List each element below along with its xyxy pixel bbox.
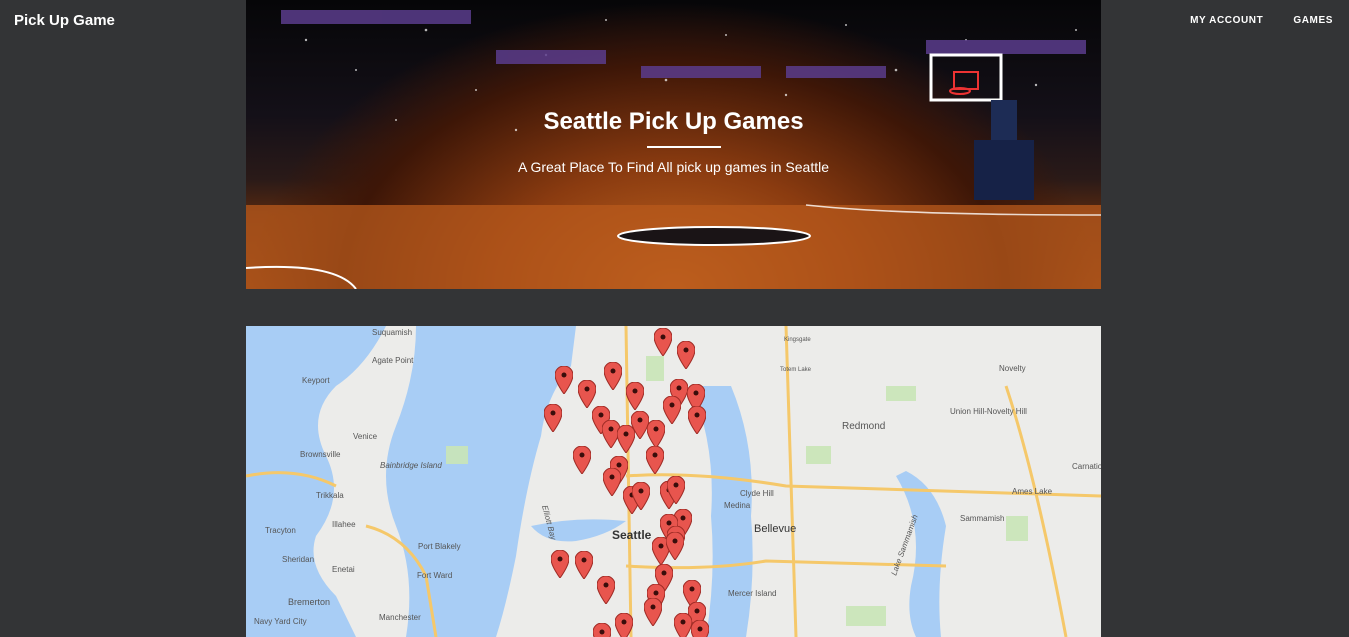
map-label: Tracyton (265, 526, 296, 535)
map-marker-icon[interactable] (544, 404, 562, 432)
top-nav: MY ACCOUNT GAMES (1190, 15, 1333, 26)
map-marker-icon[interactable] (647, 420, 665, 448)
map-label: Kingsgate (784, 337, 811, 343)
map-label: Ames Lake (1012, 487, 1053, 496)
map-marker-icon[interactable] (674, 613, 692, 637)
map-label: Sheridan (282, 555, 314, 564)
map-marker-icon[interactable] (597, 576, 615, 604)
map-marker-icon[interactable] (644, 598, 662, 626)
map-marker-icon[interactable] (573, 446, 591, 474)
map-label: Navy Yard City (254, 617, 307, 626)
map-label: Manchester (379, 613, 421, 622)
map-label: Redmond (842, 421, 885, 432)
map-marker-icon[interactable] (663, 396, 681, 424)
arena-illustration (246, 10, 1101, 289)
map-label: Totem Lake (780, 367, 812, 373)
games-link[interactable]: GAMES (1293, 15, 1333, 26)
map-marker-icon[interactable] (626, 382, 644, 410)
map-marker-icon[interactable] (604, 362, 622, 390)
map-label: Novelty (999, 364, 1026, 373)
map-marker-icon[interactable] (646, 446, 664, 474)
map-marker-icon[interactable] (666, 532, 684, 560)
map-marker-icon[interactable] (555, 366, 573, 394)
my-account-link[interactable]: MY ACCOUNT (1190, 15, 1263, 26)
map-label: Seattle (612, 528, 652, 542)
map-marker-icon[interactable] (654, 328, 672, 356)
map-label: Mercer Island (728, 589, 776, 598)
map-label: Keyport (302, 376, 330, 385)
map-label: Illahee (332, 520, 356, 529)
map-label: Bellevue (754, 523, 796, 535)
map-label: Suquamish (372, 328, 412, 337)
seattle-map[interactable]: Suquamish Agate Point Keyport Venice Bro… (246, 326, 1101, 637)
map-label: Venice (353, 432, 378, 441)
map-label: Enetai (332, 565, 355, 574)
brand-link[interactable]: Pick Up Game (14, 12, 115, 29)
map-label: Port Blakely (418, 542, 461, 551)
map-marker-icon[interactable] (578, 380, 596, 408)
map-label: Bremerton (288, 597, 330, 607)
map-marker-icon[interactable] (688, 406, 706, 434)
map-marker-icon[interactable] (677, 341, 695, 369)
map-label: Medina (724, 501, 751, 510)
map-label: Bainbridge Island (380, 461, 442, 470)
map-label: Clyde Hill (740, 489, 774, 498)
hero-title: Seattle Pick Up Games (543, 108, 804, 135)
map-label: Union Hill-Novelty Hill (950, 407, 1027, 416)
hero-banner: Seattle Pick Up Games A Great Place To F… (246, 0, 1101, 289)
map-marker-icon[interactable] (551, 550, 569, 578)
map-marker-icon[interactable] (615, 613, 633, 637)
map-label: Brownsville (300, 450, 341, 459)
map-marker-icon[interactable] (593, 623, 611, 637)
hero-divider (647, 146, 721, 148)
map-marker-icon[interactable] (603, 468, 621, 496)
map-label: Carnation (1072, 462, 1101, 471)
map-marker-icon[interactable] (667, 476, 685, 504)
map-marker-icon[interactable] (632, 482, 650, 510)
map-label: Trikkala (316, 491, 344, 500)
map-label: Fort Ward (417, 571, 452, 580)
map-marker-icon[interactable] (575, 551, 593, 579)
map-label: Sammamish (960, 514, 1004, 523)
map-label: Agate Point (372, 356, 414, 365)
hero-subtitle: A Great Place To Find All pick up games … (517, 159, 830, 175)
map-marker-icon[interactable] (691, 620, 709, 637)
